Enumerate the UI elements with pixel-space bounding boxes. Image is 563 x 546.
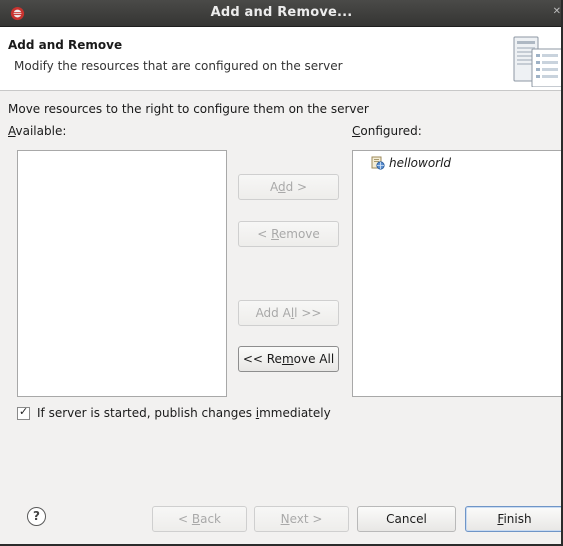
add-button[interactable]: Add > bbox=[238, 174, 339, 200]
next-button[interactable]: Next > bbox=[254, 506, 349, 532]
configured-item-label: helloworld bbox=[389, 156, 452, 170]
available-mnemonic: A bbox=[8, 124, 16, 138]
page-title: Add and Remove bbox=[8, 38, 123, 52]
configured-label-text: onfigured: bbox=[360, 124, 422, 138]
next-text-b: ext > bbox=[289, 512, 323, 526]
close-icon[interactable]: ✕ bbox=[553, 6, 561, 17]
back-text-b: ack bbox=[200, 512, 221, 526]
remove-button-text-b: emove bbox=[278, 227, 320, 241]
publish-text-b: mmediately bbox=[259, 406, 331, 420]
title-bar[interactable]: Add and Remove... ✕ bbox=[0, 0, 561, 27]
publish-text-a: If server is started, publish changes bbox=[37, 406, 256, 420]
server-wizard-icon bbox=[513, 36, 561, 87]
add-all-text-b: l >> bbox=[294, 306, 322, 320]
remove-all-text-b: ove All bbox=[293, 352, 335, 366]
help-icon[interactable]: ? bbox=[27, 507, 46, 526]
add-all-text-a: Add A bbox=[255, 306, 291, 320]
window-title: Add and Remove... bbox=[210, 5, 353, 20]
page-description: Modify the resources that are configured… bbox=[14, 59, 343, 73]
publish-label: If server is started, publish changes im… bbox=[37, 406, 331, 420]
add-button-text-b: d > bbox=[285, 180, 308, 194]
configured-label: Configured: bbox=[352, 124, 422, 138]
instruction-text: Move resources to the right to configure… bbox=[8, 102, 369, 116]
remove-all-mnemonic: m bbox=[281, 352, 294, 366]
publish-checkbox-row[interactable]: If server is started, publish changes im… bbox=[17, 404, 331, 422]
add-all-button[interactable]: Add All >> bbox=[238, 300, 339, 326]
publish-checkbox[interactable] bbox=[17, 405, 30, 420]
list-item[interactable]: helloworld bbox=[371, 154, 451, 172]
back-text-a: < bbox=[177, 512, 192, 526]
remove-all-text-a: << Re bbox=[242, 352, 282, 366]
remove-button-mnemonic: R bbox=[271, 227, 279, 241]
remove-all-button[interactable]: << Remove All bbox=[238, 346, 339, 372]
next-mnemonic: N bbox=[280, 512, 290, 526]
finish-text-b: inish bbox=[503, 512, 532, 526]
remove-button-text-a: < bbox=[257, 227, 272, 241]
back-button[interactable]: < Back bbox=[152, 506, 247, 532]
add-remove-dialog: Add and Remove... ✕ Add and Remove Modif… bbox=[0, 0, 563, 546]
wizard-header: Add and Remove Modify the resources that… bbox=[0, 27, 561, 91]
web-project-icon bbox=[371, 156, 385, 170]
available-label: Available: bbox=[8, 124, 66, 138]
add-button-text-a: A bbox=[269, 180, 278, 194]
available-label-text: vailable: bbox=[15, 124, 67, 138]
available-list[interactable] bbox=[17, 150, 227, 397]
finish-button[interactable]: Finish bbox=[465, 506, 561, 532]
back-mnemonic: B bbox=[191, 512, 201, 526]
configured-list[interactable]: helloworld bbox=[352, 150, 561, 397]
cancel-button[interactable]: Cancel bbox=[357, 506, 456, 532]
remove-button[interactable]: < Remove bbox=[238, 221, 339, 247]
add-button-mnemonic: d bbox=[277, 180, 286, 194]
